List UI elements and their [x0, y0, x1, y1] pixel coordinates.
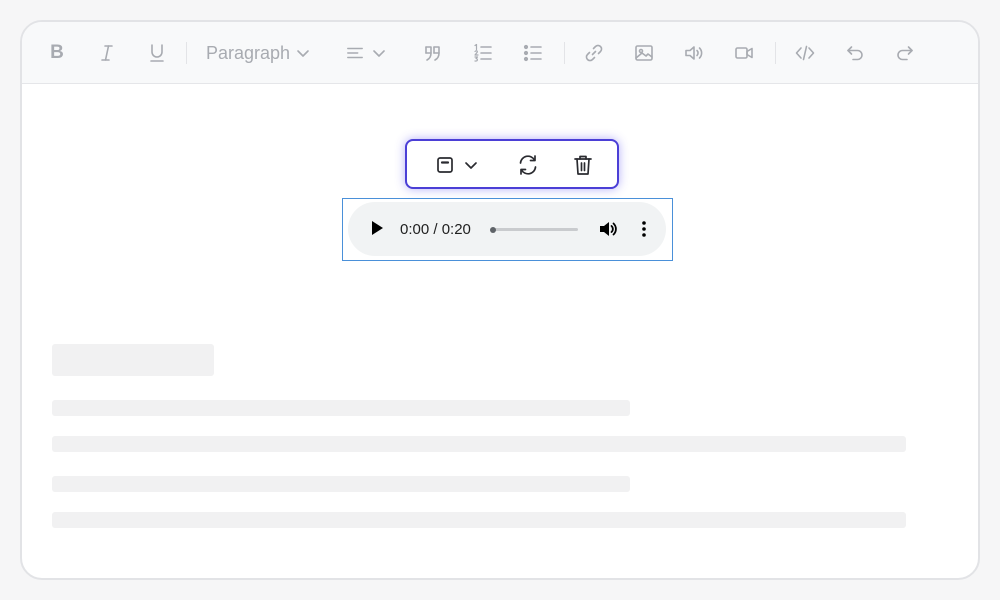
audio-block-selection[interactable]: 0:00 / 0:20: [342, 198, 673, 261]
align-left-icon: [347, 47, 363, 59]
audio-progress-bar[interactable]: [494, 228, 578, 231]
volume-icon[interactable]: [598, 219, 618, 239]
chevron-down-icon: [373, 50, 385, 57]
block-style-value: Paragraph: [206, 42, 291, 63]
skeleton-line: [52, 476, 630, 492]
audio-time-display: 0:00 / 0:20: [400, 221, 471, 238]
undo-icon: [847, 46, 863, 61]
italic-icon: [101, 45, 113, 61]
code-icon: [795, 45, 815, 61]
replace-icon: [519, 155, 537, 175]
toolbar-divider: [186, 42, 187, 64]
video-icon: [735, 47, 753, 59]
undo-button[interactable]: [840, 38, 870, 68]
chevron-down-icon: [297, 50, 309, 57]
audio-progress-handle[interactable]: [490, 226, 496, 233]
replace-button[interactable]: [514, 152, 542, 178]
audio-icon: [685, 46, 703, 60]
bullet-list-button[interactable]: [518, 38, 548, 68]
more-options-icon[interactable]: [640, 219, 648, 239]
link-button[interactable]: [579, 38, 609, 68]
play-icon[interactable]: [370, 220, 384, 236]
audio-button[interactable]: [679, 38, 709, 68]
bullet-list-icon: [523, 44, 542, 62]
redo-icon: [897, 46, 913, 61]
display-mode-icon: [437, 157, 453, 173]
blockquote-icon: [425, 46, 440, 61]
display-mode-dropdown[interactable]: [431, 152, 483, 178]
image-icon: [635, 45, 653, 61]
underline-button[interactable]: [142, 38, 172, 68]
skeleton-line: [52, 512, 906, 528]
ordered-list-icon: [474, 43, 492, 62]
media-floating-toolbar: [405, 139, 619, 189]
bold-icon: B: [50, 42, 64, 63]
toolbar-divider: [775, 42, 776, 64]
bold-button[interactable]: B: [42, 38, 72, 68]
chevron-down-icon: [465, 162, 477, 169]
skeleton-line: [52, 400, 630, 416]
toolbar-divider: [564, 42, 565, 64]
skeleton-line: [52, 436, 906, 452]
blockquote-button[interactable]: [418, 38, 448, 68]
ordered-list-button[interactable]: [468, 38, 498, 68]
skeleton-heading: [52, 344, 214, 376]
rich-text-editor: B Paragraph 0:00 / 0:20: [20, 20, 980, 580]
delete-button[interactable]: [570, 152, 596, 178]
image-button[interactable]: [629, 38, 659, 68]
code-button[interactable]: [790, 38, 820, 68]
editor-toolbar: B Paragraph: [22, 22, 978, 84]
align-dropdown[interactable]: [346, 38, 386, 68]
italic-button[interactable]: [92, 38, 122, 68]
underline-icon: [150, 44, 164, 62]
redo-button[interactable]: [890, 38, 920, 68]
block-style-dropdown[interactable]: Paragraph: [206, 38, 310, 68]
video-button[interactable]: [729, 38, 759, 68]
delete-icon: [574, 155, 592, 175]
audio-player: 0:00 / 0:20: [348, 202, 666, 256]
link-icon: [585, 44, 603, 62]
